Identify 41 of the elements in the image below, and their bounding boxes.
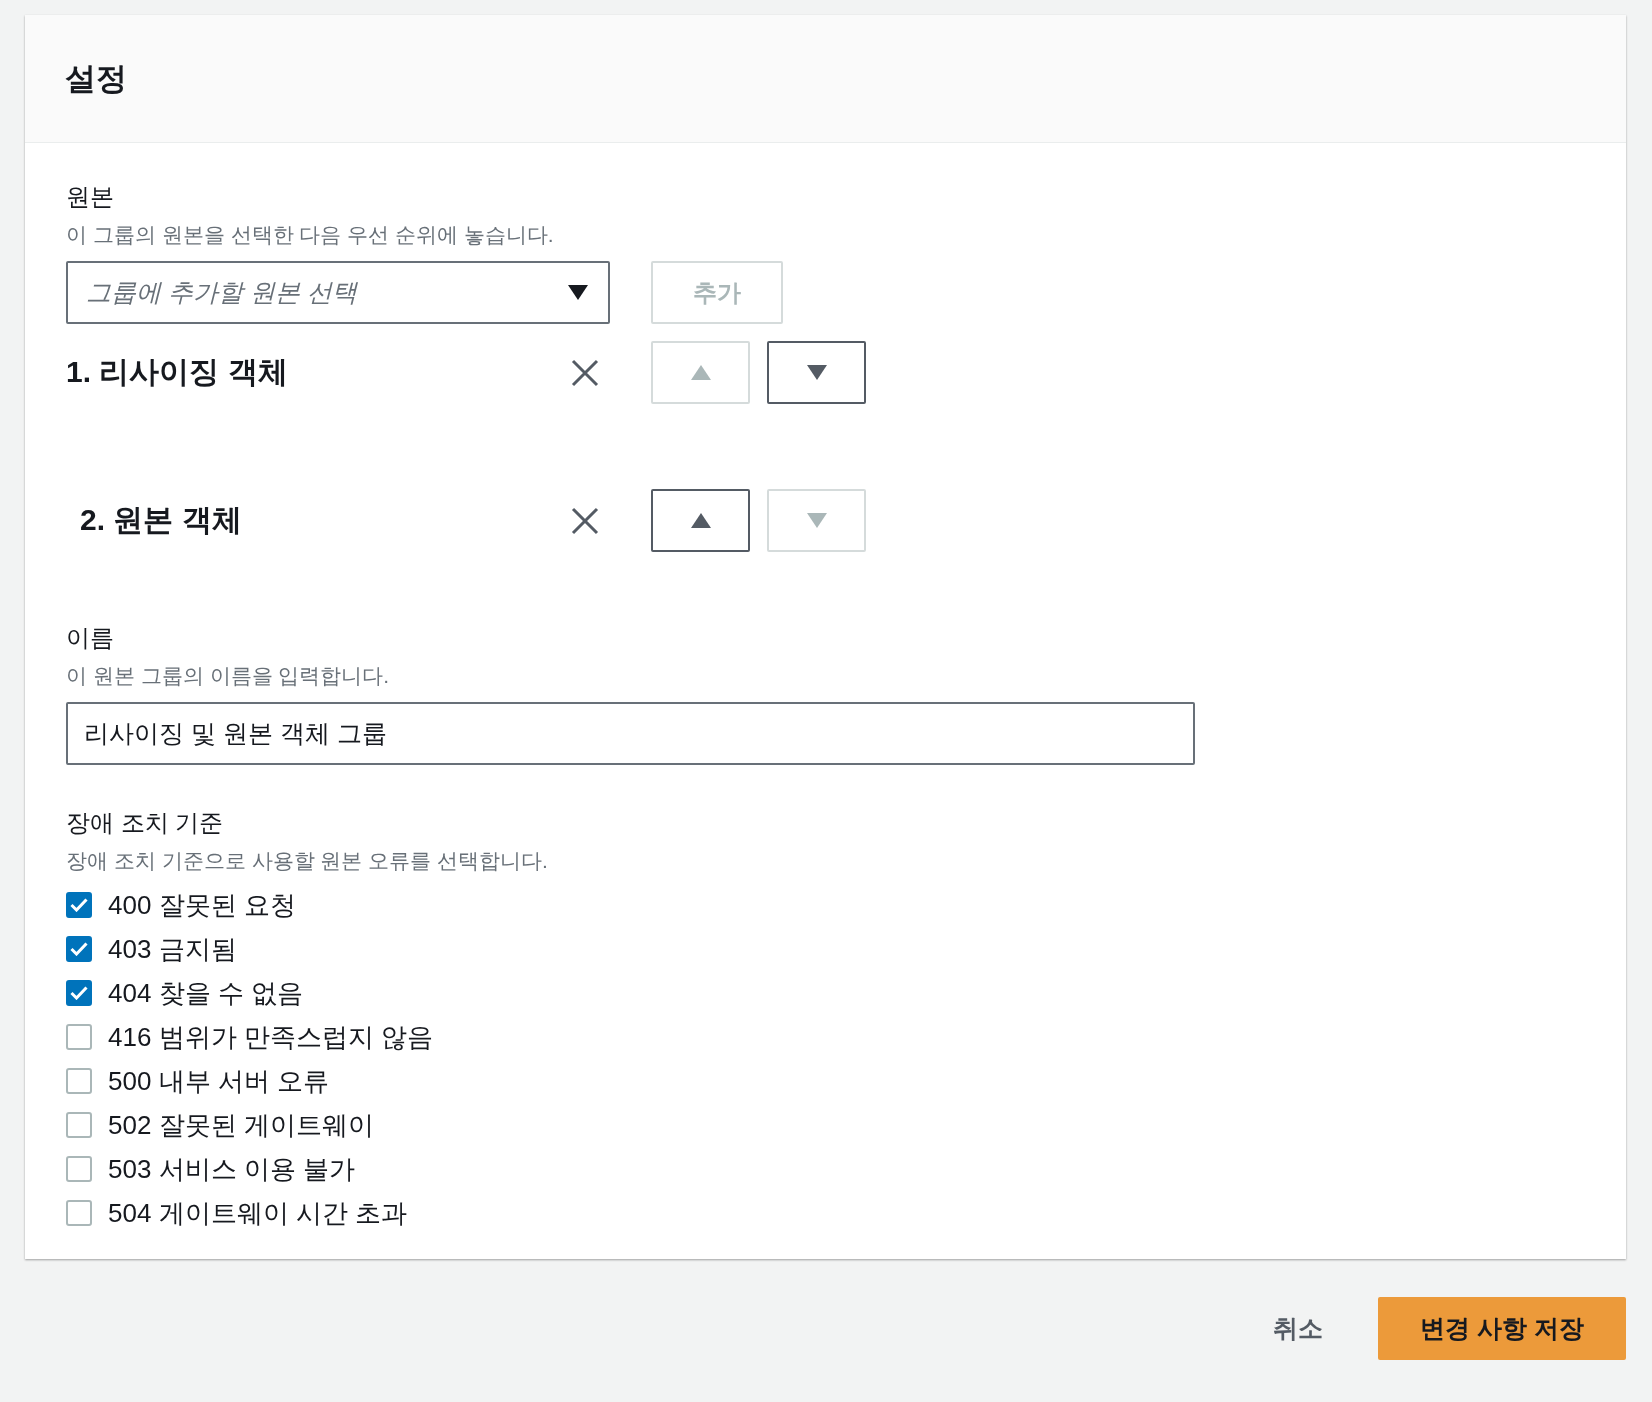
name-input[interactable]: 리사이징 및 원본 객체 그룹	[66, 702, 1195, 765]
caret-icon	[568, 285, 588, 300]
up-triangle-icon	[690, 513, 711, 528]
checkbox-label: 403 금지됨	[108, 933, 237, 965]
origin-item-label: 1. 리사이징 객체	[66, 354, 289, 390]
checkbox-label: 404 찾을 수 없음	[108, 977, 304, 1009]
move-down-button[interactable]	[767, 341, 866, 404]
checkbox[interactable]	[66, 936, 92, 962]
checkbox-label: 504 게이트웨이 시간 초과	[108, 1197, 408, 1229]
cancel-button[interactable]: 취소	[1273, 1304, 1323, 1353]
field-description: 장애 조치 기준으로 사용할 원본 오류를 선택합니다.	[66, 848, 549, 874]
checkbox[interactable]	[66, 892, 92, 918]
field-label: 이름	[66, 623, 115, 653]
check-icon	[70, 986, 88, 1000]
field-label: 장애 조치 기준	[66, 808, 225, 838]
origin-item-label: 2. 원본 객체	[79, 502, 243, 538]
check-icon	[70, 898, 88, 912]
move-up-button[interactable]	[651, 489, 750, 552]
checkbox[interactable]	[66, 1200, 92, 1226]
down-triangle-icon	[806, 365, 827, 380]
checkbox-label: 503 서비스 이용 불가	[108, 1153, 356, 1185]
origin-select[interactable]: 그룹에 추가할 원본 선택	[66, 261, 610, 324]
checkbox-label: 416 범위가 만족스럽지 않음	[108, 1021, 434, 1053]
close-icon[interactable]	[571, 506, 599, 535]
checkbox[interactable]	[66, 1156, 92, 1182]
checkbox-label: 400 잘못된 요청	[108, 889, 296, 921]
save-button[interactable]: 변경 사항 저장	[1378, 1297, 1626, 1360]
field-description: 이 원본 그룹의 이름을 입력합니다.	[66, 663, 391, 689]
check-icon	[70, 942, 88, 956]
panel-title: 설정	[65, 59, 127, 98]
checkbox[interactable]	[66, 980, 92, 1006]
checkbox[interactable]	[66, 1068, 92, 1094]
checkbox-label: 502 잘못된 게이트웨이	[108, 1109, 374, 1141]
field-description: 이 그룹의 원본을 선택한 다음 우선 순위에 놓습니다.	[66, 222, 555, 248]
close-icon[interactable]	[571, 358, 599, 387]
up-triangle-icon	[690, 365, 711, 380]
field-label: 원본	[66, 182, 115, 212]
checkbox[interactable]	[66, 1024, 92, 1050]
down-triangle-icon	[806, 513, 827, 528]
checkbox[interactable]	[66, 1112, 92, 1138]
checkbox-label: 500 내부 서버 오류	[108, 1065, 330, 1097]
